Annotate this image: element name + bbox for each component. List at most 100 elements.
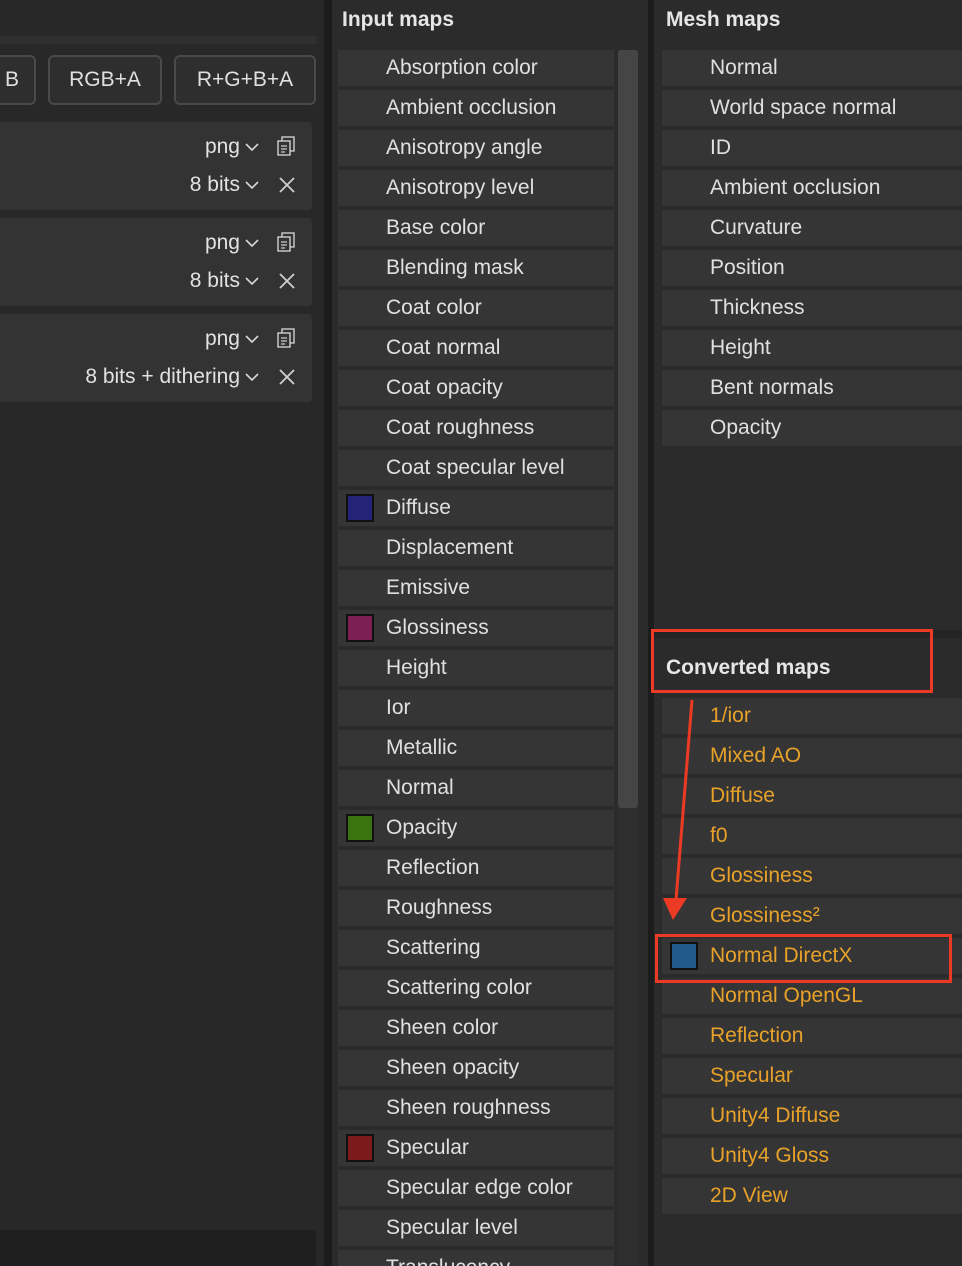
list-item-label: Coat color — [386, 296, 482, 319]
list-item-label: Emissive — [386, 576, 471, 599]
list-item[interactable]: Bent normals — [662, 370, 962, 406]
list-item[interactable]: Ambient occlusion — [338, 90, 614, 126]
list-item[interactable]: ID — [662, 130, 962, 166]
list-item[interactable]: Coat opacity — [338, 370, 614, 406]
output-card: png 8 bits + dithering — [0, 314, 312, 402]
list-item-label: Opacity — [386, 816, 458, 839]
list-item[interactable]: Coat normal — [338, 330, 614, 366]
input-maps-list: Absorption color Ambient occlusion Anisotr… — [338, 50, 614, 1266]
list-item-label: Translucency — [386, 1256, 510, 1266]
list-item[interactable]: Coat specular level — [338, 450, 614, 486]
list-item[interactable]: 1/ior — [662, 698, 962, 734]
list-item[interactable]: Sheen opacity — [338, 1050, 614, 1086]
list-item[interactable]: Mixed AO — [662, 738, 962, 774]
list-item[interactable]: Sheen color — [338, 1010, 614, 1046]
list-item-label: Absorption color — [386, 56, 538, 79]
list-item[interactable]: World space normal — [662, 90, 962, 126]
close-icon[interactable] — [276, 174, 298, 196]
list-item[interactable]: Thickness — [662, 290, 962, 326]
input-maps-panel: Input maps Absorption color Ambient occlu… — [332, 0, 648, 1266]
color-swatch — [346, 814, 374, 842]
list-item[interactable]: Displacement — [338, 530, 614, 566]
list-item-label: Ior — [386, 696, 411, 719]
list-item[interactable]: Specular — [338, 1130, 614, 1166]
bit-depth-dropdown[interactable]: 8 bits — [190, 269, 260, 293]
bit-depth-dropdown[interactable]: 8 bits + dithering — [85, 365, 260, 389]
scrollbar-thumb[interactable] — [618, 50, 638, 808]
list-item[interactable]: Diffuse — [662, 778, 962, 814]
close-icon[interactable] — [276, 270, 298, 292]
mesh-maps-title: Mesh maps — [666, 8, 781, 31]
list-item[interactable]: Translucency — [338, 1250, 614, 1266]
chevron-down-icon — [245, 277, 259, 286]
list-item[interactable]: Sheen roughness — [338, 1090, 614, 1126]
list-item[interactable]: Opacity — [662, 410, 962, 446]
list-item[interactable]: Anisotropy level — [338, 170, 614, 206]
list-item[interactable]: Height — [338, 650, 614, 686]
list-item[interactable]: Curvature — [662, 210, 962, 246]
list-item[interactable]: Height — [662, 330, 962, 366]
list-item[interactable]: Blending mask — [338, 250, 614, 286]
list-item[interactable]: Normal — [662, 50, 962, 86]
copy-icon[interactable] — [276, 231, 298, 253]
channel-button-r-g-b-a[interactable]: R+G+B+A — [174, 55, 316, 105]
panel-separator[interactable] — [324, 0, 332, 1266]
list-item[interactable]: Diffuse — [338, 490, 614, 526]
list-item[interactable]: Unity4 Gloss — [662, 1138, 962, 1174]
list-item[interactable]: Metallic — [338, 730, 614, 766]
list-item[interactable]: Base color — [338, 210, 614, 246]
bit-depth-value: 8 bits — [189, 173, 240, 196]
list-item-label: Ambient occlusion — [710, 176, 881, 199]
list-item-label: Thickness — [710, 296, 805, 319]
list-item[interactable]: Emissive — [338, 570, 614, 606]
list-item[interactable]: Ambient occlusion — [662, 170, 962, 206]
list-item-label: Diffuse — [710, 784, 775, 807]
list-item[interactable]: Reflection — [338, 850, 614, 886]
channel-button-rgb-a[interactable]: RGB+A — [48, 55, 162, 105]
list-item-label: Glossiness — [710, 864, 813, 887]
format-value: png — [204, 231, 240, 254]
list-item[interactable]: f0 — [662, 818, 962, 854]
list-item[interactable]: Opacity — [338, 810, 614, 846]
list-item[interactable]: Unity4 Diffuse — [662, 1098, 962, 1134]
list-item[interactable]: Normal — [338, 770, 614, 806]
list-item[interactable]: Position — [662, 250, 962, 286]
list-item[interactable]: Roughness — [338, 890, 614, 926]
list-item[interactable]: Specular — [662, 1058, 962, 1094]
copy-icon[interactable] — [276, 135, 298, 157]
list-item[interactable]: Specular edge color — [338, 1170, 614, 1206]
list-item[interactable]: Coat color — [338, 290, 614, 326]
list-item[interactable]: Absorption color — [338, 50, 614, 86]
list-item-label: Anisotropy angle — [386, 136, 543, 159]
highlight-box-converted-maps — [651, 629, 933, 693]
list-item[interactable]: Scattering — [338, 930, 614, 966]
list-item-label: Normal — [386, 776, 454, 799]
list-item[interactable]: Coat roughness — [338, 410, 614, 446]
list-item-label: Coat opacity — [386, 376, 503, 399]
format-dropdown[interactable]: png — [205, 231, 260, 255]
list-item[interactable]: 2D View — [662, 1178, 962, 1214]
list-item-label: ID — [710, 136, 731, 159]
list-item[interactable]: Glossiness — [662, 858, 962, 894]
list-item[interactable]: Anisotropy angle — [338, 130, 614, 166]
list-item-label: Coat roughness — [386, 416, 535, 439]
list-item-label: Reflection — [710, 1024, 804, 1047]
list-item[interactable]: Specular level — [338, 1210, 614, 1246]
copy-icon[interactable] — [276, 327, 298, 349]
list-item-label: Bent normals — [710, 376, 834, 399]
close-icon[interactable] — [276, 366, 298, 388]
list-item-label: Diffuse — [386, 496, 451, 519]
list-item[interactable]: Ior — [338, 690, 614, 726]
bottom-bar — [0, 1230, 316, 1266]
list-item[interactable]: Reflection — [662, 1018, 962, 1054]
channel-button-b[interactable]: B — [0, 55, 36, 105]
list-item[interactable]: Scattering color — [338, 970, 614, 1006]
list-item[interactable]: Glossiness — [338, 610, 614, 646]
list-item[interactable]: Glossiness² — [662, 898, 962, 934]
bit-depth-dropdown[interactable]: 8 bits — [190, 173, 260, 197]
list-item[interactable]: Normal OpenGL — [662, 978, 962, 1014]
format-dropdown[interactable]: png — [205, 135, 260, 159]
format-dropdown[interactable]: png — [205, 327, 260, 351]
list-item-label: Opacity — [710, 416, 782, 439]
list-item-label: Displacement — [386, 536, 514, 559]
